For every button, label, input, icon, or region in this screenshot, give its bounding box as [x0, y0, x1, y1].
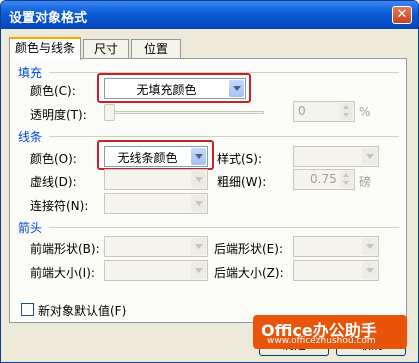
title-bar[interactable]: 设置对象格式 ✕	[1, 1, 418, 29]
chevron-down-icon	[194, 201, 203, 206]
dropdown-button[interactable]	[191, 238, 206, 255]
arrows-section-title: 箭头	[18, 221, 43, 235]
line-section-title: 线条	[18, 130, 43, 144]
spin-down-icon	[343, 181, 349, 185]
highlight-box	[97, 73, 251, 103]
dialog-window: 设置对象格式 ✕ 颜色与线条 尺寸 位置 填充 颜色(C): 无填充颜色 透明度…	[0, 0, 419, 363]
spin-buttons[interactable]	[340, 171, 353, 188]
fill-color-label: 颜色(C):	[30, 84, 76, 98]
weight-value: 0.75	[310, 172, 337, 186]
weight-unit: 磅	[359, 175, 372, 189]
line-color-label: 颜色(O):	[30, 152, 77, 166]
spin-buttons[interactable]	[340, 103, 353, 120]
begin-size-label: 前端大小(I):	[30, 266, 95, 280]
dialog-title: 设置对象格式	[9, 11, 88, 26]
weight-spinner[interactable]: 0.75	[293, 169, 355, 190]
chevron-down-icon	[194, 268, 203, 273]
tab-size[interactable]: 尺寸	[83, 39, 129, 60]
chevron-down-icon	[365, 268, 374, 273]
dropdown-button[interactable]	[362, 148, 377, 165]
chevron-down-icon	[194, 177, 203, 182]
line-style-select[interactable]	[293, 146, 379, 167]
default-checkbox[interactable]	[21, 303, 34, 316]
tab-position[interactable]: 位置	[131, 39, 181, 60]
divider	[49, 136, 399, 137]
watermark-url: www.officezhushou.com	[267, 336, 376, 346]
dropdown-button[interactable]	[191, 171, 206, 188]
close-button[interactable]: ✕	[392, 6, 412, 24]
default-checkbox-label: 新对象默认值(F)	[38, 304, 127, 318]
dropdown-button[interactable]	[362, 238, 377, 255]
dropdown-button[interactable]	[191, 262, 206, 279]
chevron-down-icon	[365, 154, 374, 159]
begin-style-label: 前端形状(B):	[30, 242, 100, 256]
transparency-value: 0	[298, 104, 306, 118]
dropdown-button[interactable]	[191, 195, 206, 212]
transparency-label: 透明度(T):	[30, 108, 87, 122]
watermark-logo: Office办公助手 www.officezhushou.com	[253, 315, 407, 349]
dash-label: 虚线(D):	[30, 175, 77, 189]
divider	[49, 227, 399, 228]
spin-up-icon	[343, 105, 349, 109]
dash-select[interactable]	[104, 169, 208, 190]
tab-label: 尺寸	[93, 42, 118, 56]
chevron-down-icon	[365, 244, 374, 249]
end-style-select[interactable]	[293, 236, 379, 257]
percent-label: %	[359, 105, 371, 119]
end-size-label: 后端大小(Z):	[214, 266, 284, 280]
transparency-spinner[interactable]: 0	[293, 101, 355, 122]
connector-label: 连接符(N):	[30, 199, 89, 213]
spin-up-icon	[343, 173, 349, 177]
chevron-down-icon	[194, 244, 203, 249]
tab-colors-and-lines[interactable]: 颜色与线条	[9, 37, 81, 60]
end-style-label: 后端形状(E):	[214, 242, 283, 256]
dropdown-button[interactable]	[362, 262, 377, 279]
tab-label: 位置	[143, 42, 168, 56]
connector-select[interactable]	[104, 193, 208, 214]
tab-label: 颜色与线条	[14, 41, 75, 55]
begin-size-select[interactable]	[104, 260, 208, 281]
line-style-label: 样式(S):	[217, 152, 263, 166]
end-size-select[interactable]	[293, 260, 379, 281]
fill-section-title: 填充	[18, 66, 43, 80]
highlight-box	[97, 140, 214, 170]
weight-label: 粗细(W):	[217, 175, 267, 189]
begin-style-select[interactable]	[104, 236, 208, 257]
slider-thumb[interactable]	[104, 104, 115, 121]
spin-down-icon	[343, 113, 349, 117]
close-icon: ✕	[396, 7, 408, 22]
transparency-slider[interactable]	[104, 102, 272, 123]
slider-track	[112, 111, 264, 114]
